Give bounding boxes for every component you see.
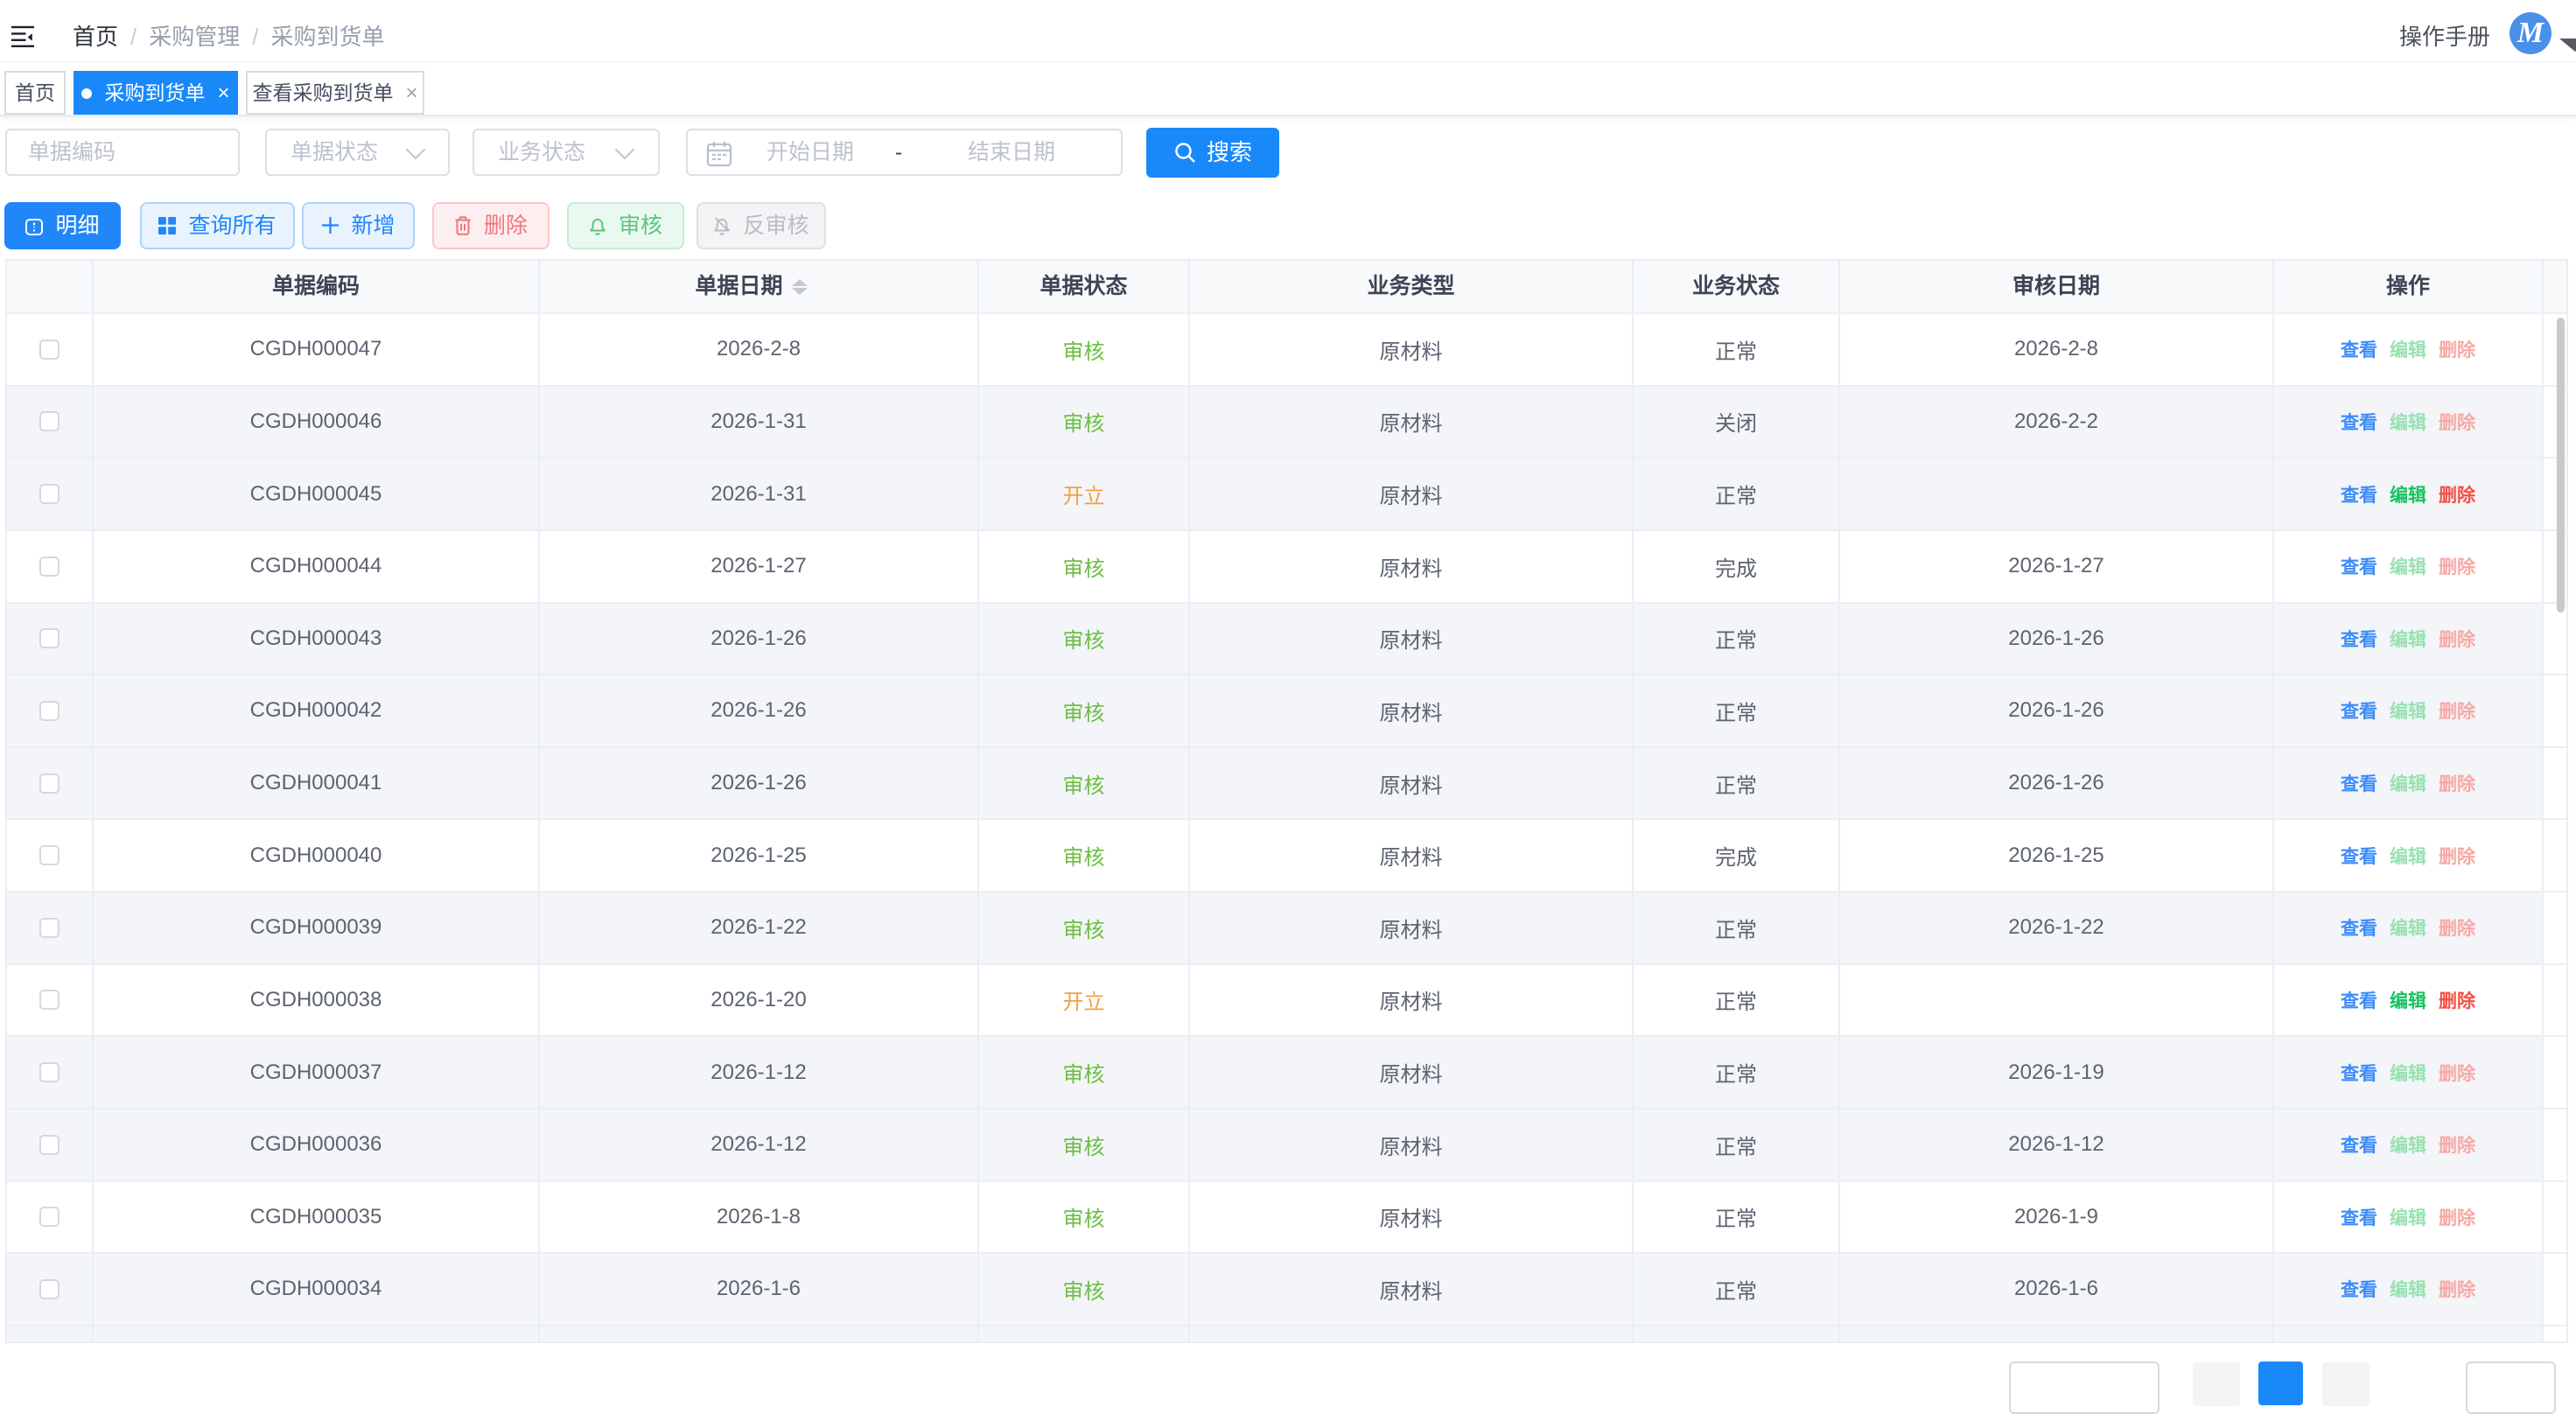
svg-text:M: M xyxy=(2516,17,2545,49)
